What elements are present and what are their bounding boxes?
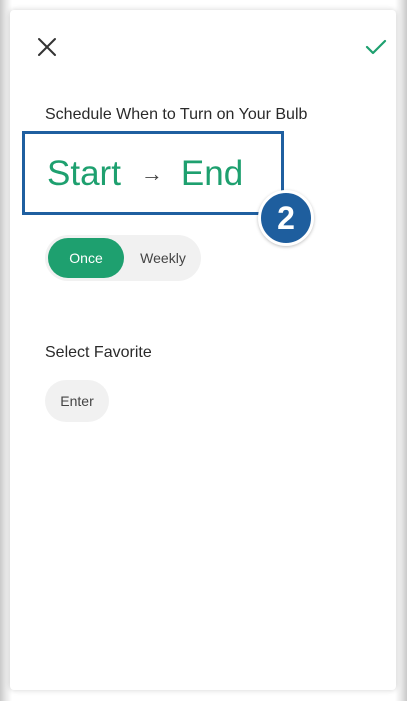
time-range-highlight: Start → End bbox=[22, 131, 284, 215]
enter-favorite-button[interactable]: Enter bbox=[45, 380, 109, 422]
step-number-badge: 2 bbox=[258, 190, 314, 246]
select-favorite-label: Select Favorite bbox=[45, 344, 152, 361]
device-frame: Schedule When to Turn on Your Bulb Start… bbox=[0, 0, 407, 701]
once-option[interactable]: Once bbox=[48, 238, 124, 278]
end-time-button[interactable]: End bbox=[181, 152, 243, 196]
close-icon bbox=[38, 38, 56, 56]
start-time-button[interactable]: Start bbox=[47, 152, 121, 196]
close-button[interactable] bbox=[34, 34, 60, 60]
confirm-button[interactable] bbox=[362, 34, 390, 60]
checkmark-icon bbox=[365, 39, 387, 55]
repeat-toggle: Once Weekly bbox=[45, 235, 201, 281]
schedule-title: Schedule When to Turn on Your Bulb bbox=[45, 106, 308, 123]
weekly-option[interactable]: Weekly bbox=[127, 238, 199, 278]
arrow-right-icon: → bbox=[140, 161, 163, 186]
time-range-row: Start → End bbox=[47, 152, 243, 196]
schedule-screen: Schedule When to Turn on Your Bulb Start… bbox=[10, 10, 396, 690]
